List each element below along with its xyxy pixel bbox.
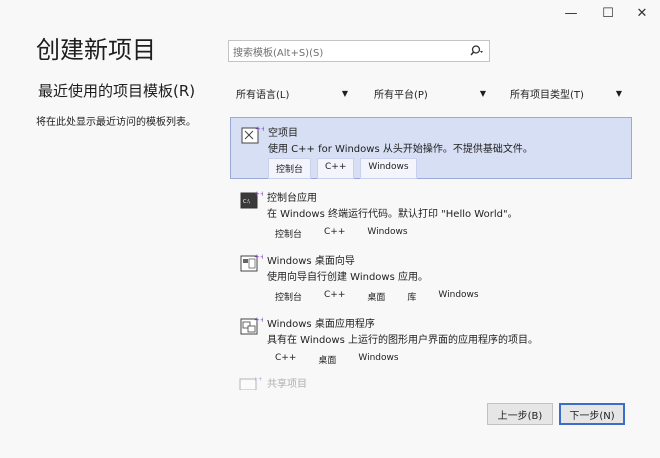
template-desktop-wizard[interactable]: ++ Windows 桌面向导 使用向导自行创建 Windows 应用。 控制台… [230,246,632,306]
close-button[interactable]: ✕ [627,0,657,26]
console-app-icon: C:\ ++ [240,190,263,209]
template-tag: C++ [317,158,355,179]
template-tag: C++ [324,227,346,237]
template-tag: 库 [407,293,417,303]
language-filter-dropdown[interactable]: 所有语言(L) ▼ [230,82,354,104]
template-list: ++ 空项目 使用 C++ for Windows 从头开始操作。不提供基础文件… [230,117,634,397]
empty-project-icon: ++ [241,125,264,144]
chevron-down-icon: ▼ [341,88,348,98]
template-title: Windows 桌面向导 [267,256,355,267]
platform-filter-value: 所有平台(P) [374,89,428,101]
template-empty-project[interactable]: ++ 空项目 使用 C++ for Windows 从头开始操作。不提供基础文件… [230,117,632,179]
minimize-icon: — [564,5,578,21]
search-icon[interactable] [469,44,483,58]
template-description: 具有在 Windows 上运行的图形用户界面的应用程序的项目。 [267,335,538,346]
template-console-app[interactable]: C:\ ++ 控制台应用 在 Windows 终端运行代码。默认打印 "Hell… [230,183,632,243]
template-tag: 桌面 [367,293,386,303]
svg-text:++: ++ [254,316,263,324]
template-tag: Windows [358,353,399,363]
shared-project-icon: ++ [239,376,263,391]
template-description: 在 Windows 终端运行代码。默认打印 "Hello World"。 [267,209,518,220]
back-button[interactable]: 上一步(B) [487,403,553,425]
template-tag: 控制台 [268,158,312,179]
template-tag: 桌面 [318,356,337,366]
template-description: 使用向导自行创建 Windows 应用。 [267,272,428,283]
desktop-wizard-icon: ++ [240,253,263,272]
template-description: 使用 C++ for Windows 从头开始操作。不提供基础文件。 [268,144,533,155]
template-title: 控制台应用 [267,193,317,204]
close-icon: ✕ [636,5,648,21]
template-tag: Windows [367,227,408,237]
recent-templates-heading: 最近使用的项目模板(R) [38,82,196,100]
minimize-button[interactable]: — [556,0,586,26]
template-title: 共享项目 [267,379,307,390]
desktop-app-icon: ++ [240,316,263,335]
svg-text:++: ++ [253,376,262,383]
template-tag: Windows [438,290,479,300]
language-filter-value: 所有语言(L) [236,89,290,101]
template-title: Windows 桌面应用程序 [267,319,375,330]
template-title: 空项目 [268,128,298,139]
page-title: 创建新项目 [36,36,156,64]
maximize-button[interactable]: ☐ [593,0,623,26]
template-tag: 控制台 [275,230,303,240]
svg-text:++: ++ [254,253,263,261]
search-input[interactable] [229,43,463,64]
svg-text:++: ++ [254,190,263,198]
template-tag: C++ [275,353,297,363]
template-tag: C++ [324,290,346,300]
svg-text:++: ++ [255,125,264,133]
chevron-down-icon: ▼ [479,88,486,98]
platform-filter-dropdown[interactable]: 所有平台(P) ▼ [368,82,492,104]
template-shared-project[interactable]: ++ 共享项目 [238,375,307,394]
svg-text:C:\: C:\ [243,199,250,205]
project-type-filter-dropdown[interactable]: 所有项目类型(T) ▼ [504,82,628,104]
next-button[interactable]: 下一步(N) [559,403,625,425]
template-tag: 控制台 [275,293,303,303]
template-desktop-app[interactable]: ++ Windows 桌面应用程序 具有在 Windows 上运行的图形用户界面… [230,309,632,369]
recent-templates-empty-text: 将在此处显示最近访问的模板列表。 [36,117,196,128]
chevron-down-icon: ▼ [615,88,622,98]
maximize-icon: ☐ [602,5,614,21]
project-type-filter-value: 所有项目类型(T) [510,89,584,101]
search-box [228,40,490,64]
template-tag: Windows [360,158,417,179]
